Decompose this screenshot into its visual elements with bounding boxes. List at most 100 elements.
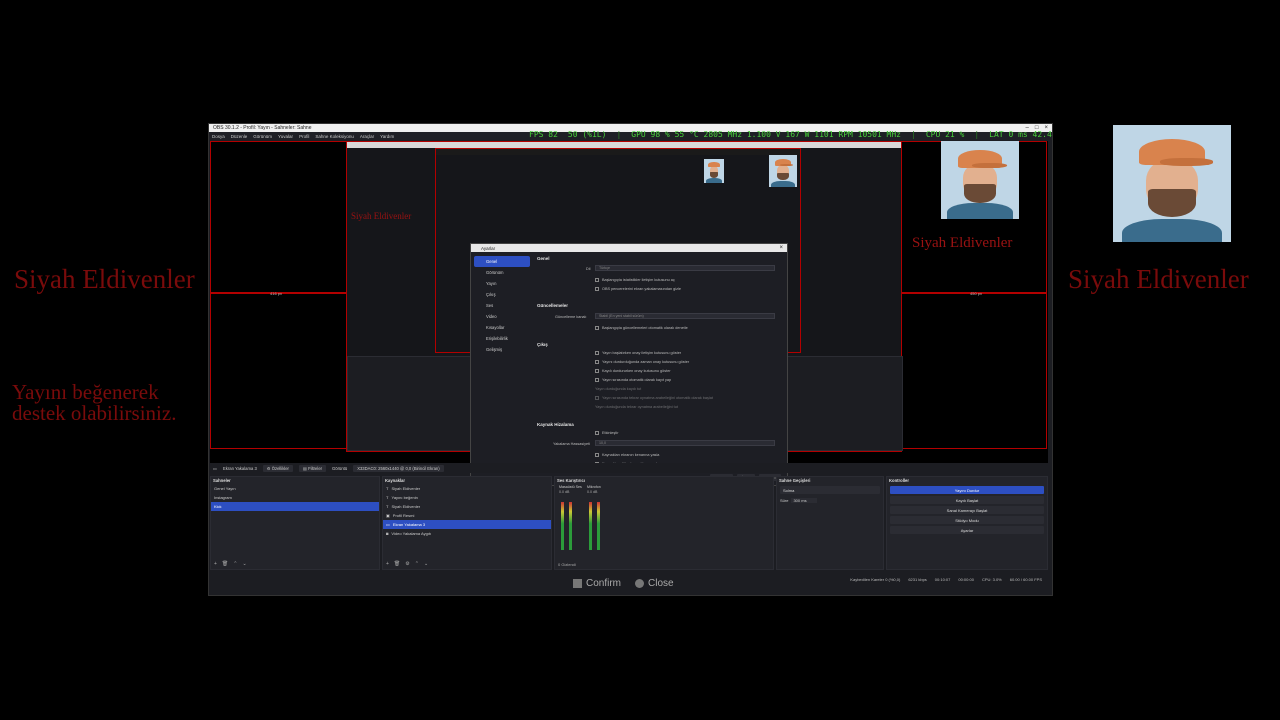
checkbox[interactable] <box>595 369 599 373</box>
close-button[interactable]: Close <box>635 578 674 589</box>
up-icon[interactable]: ⌃ <box>233 561 237 567</box>
stop-stream-button[interactable]: Yayını Durdur <box>890 486 1044 494</box>
confirm-button[interactable]: Confirm <box>573 578 621 589</box>
settings-nav-general[interactable]: Genel <box>474 256 530 267</box>
bitrate: 6231 kbps <box>908 576 927 582</box>
check-label: Kaynakları ekranın kenarına yasla <box>602 453 660 457</box>
sources-dock-footer: + 🗑 ⚙ ⌃ ⌄ <box>386 561 428 567</box>
check-label: OBS pencerelerini ekran yakalamasından g… <box>602 287 681 291</box>
trash-icon[interactable]: 🗑 <box>222 561 228 567</box>
stream-time: 00:10:07 <box>934 576 951 582</box>
display-icon: ▭ <box>213 465 217 471</box>
source-item[interactable]: ▭ Ekran Yakalama 3 <box>383 520 551 529</box>
properties-button[interactable]: ⚙ Özellikler <box>262 464 293 472</box>
transitions-dock: Sahne Geçişleri Solma Süre 300 ms <box>776 476 884 570</box>
menu-profile[interactable]: Profil <box>299 134 309 139</box>
source-item-label: Siyah Eldivenler <box>391 504 421 509</box>
checkbox[interactable] <box>595 278 599 282</box>
menu-help[interactable]: Yardım <box>380 134 394 139</box>
scene-item[interactable]: Kick <box>211 502 379 511</box>
transition-select[interactable]: Solma <box>780 486 880 494</box>
scene-item[interactable]: Genel Yayın <box>211 484 379 493</box>
checkbox[interactable] <box>595 351 599 355</box>
image-icon: ▣ <box>386 513 390 518</box>
settings-button[interactable]: Ayarlar <box>890 526 1044 534</box>
menu-edit[interactable]: Düzenle <box>231 134 248 139</box>
scene-item[interactable]: Instagram <box>211 493 379 502</box>
menu-scene-collection[interactable]: Sahne Koleksiyonu <box>315 134 354 139</box>
update-channel-select[interactable]: Stabil (En yeni stabil sürüm) <box>595 313 775 319</box>
add-icon[interactable]: + <box>386 561 389 567</box>
dropped-frames: Kaybedilen Kareler 0 (%0,0) <box>850 576 901 582</box>
menu-file[interactable]: Dosya <box>212 134 225 139</box>
gear-icon[interactable]: ⚙ <box>405 561 409 567</box>
record-time: 00:00:00 <box>958 576 974 582</box>
settings-nav-stream[interactable]: Yayın <box>474 278 530 289</box>
add-icon[interactable]: + <box>214 561 217 567</box>
latency-stat: LAT 0 ms 42.4 ms <box>989 129 1052 139</box>
source-item[interactable]: ◙ Video Yakalama Aygıtı <box>383 529 551 538</box>
transitions-title: Sahne Geçişleri <box>779 478 811 483</box>
trash-icon[interactable]: 🗑 <box>394 561 400 567</box>
source-bounds-bottom-right <box>900 293 1047 449</box>
language-select[interactable]: Türkçe <box>595 265 775 271</box>
dock-area: Sahneler Genel Yayın Instagram Kick + 🗑 ⌃ ⌄… <box>210 476 1048 570</box>
controls-dock: Kontroller Yayını Durdur Kaydı Başlat Sa… <box>886 476 1048 570</box>
settings-nav-accessibility[interactable]: Erişilebilirlik <box>474 333 530 344</box>
section-output: Çıkış <box>537 342 548 347</box>
left-title-overlay: Siyah Eldivenler <box>14 264 195 294</box>
settings-nav-audio[interactable]: Ses <box>474 300 530 311</box>
up-icon[interactable]: ⌃ <box>415 561 419 567</box>
down-icon[interactable]: ⌄ <box>242 561 246 567</box>
studio-mode-button[interactable]: Stüdyo Modu <box>890 516 1044 524</box>
checkbox[interactable] <box>595 360 599 364</box>
source-bounds-left <box>210 141 347 293</box>
menu-docks[interactable]: Yuvalar <box>278 134 293 139</box>
snap-sensitivity-input[interactable]: 10,0 <box>595 440 775 446</box>
audio-meter <box>569 502 572 550</box>
start-virtual-camera-button[interactable]: Sanal Kamerayı Başlat <box>890 506 1044 514</box>
text-icon: T <box>386 504 389 509</box>
audio-mixer-dock: Ses Karıştırıcı Masaüstü Ses 0.0 dB Mikr… <box>554 476 774 570</box>
snap-label: Yakalama Hassasiyeti <box>553 442 591 446</box>
checkbox[interactable] <box>595 378 599 382</box>
section-general: Genel <box>537 256 550 261</box>
display-select[interactable]: X33DAC0: 2560x1440 @ 0,0 (Birincil Ekran… <box>353 464 444 472</box>
check-icon <box>573 578 582 588</box>
section-updates: Güncellemeler <box>537 303 569 308</box>
cpu-usage: CPU: 3.0% <box>981 576 1002 582</box>
nested-avatar-image <box>769 155 797 187</box>
check-label: Yayın durduğunda kaydı tut <box>595 387 642 391</box>
settings-nav-advanced[interactable]: Gelişmiş <box>474 344 530 355</box>
settings-dialog-title: Ayarlar <box>481 245 496 251</box>
menu-view[interactable]: Görünüm <box>253 134 272 139</box>
checkbox[interactable] <box>595 396 599 400</box>
start-recording-button[interactable]: Kaydı Başlat <box>890 496 1044 504</box>
source-item[interactable]: T Siyah Eldivenler <box>383 502 551 511</box>
duration-input[interactable]: 300 ms <box>791 498 817 503</box>
menu-tools[interactable]: Araçlar <box>360 134 374 139</box>
checkbox[interactable] <box>595 453 599 457</box>
settings-nav-output[interactable]: Çıkış <box>474 289 530 300</box>
checkbox[interactable] <box>595 431 599 435</box>
settings-nav-appearance[interactable]: Görünüm <box>474 267 530 278</box>
settings-nav-hotkeys[interactable]: Kısayollar <box>474 322 530 333</box>
filters-button[interactable]: ▤ Filtreler <box>298 464 327 472</box>
checkbox[interactable] <box>595 287 599 291</box>
mixer-channel-1-name: Masaüstü Ses <box>559 485 582 489</box>
settings-nav-video[interactable]: Video <box>474 311 530 322</box>
properties-label: Özellikler <box>271 465 289 471</box>
preview-canvas[interactable]: 416 px 450 px Siyah Eldivenler Siyah Eld… <box>210 141 1048 486</box>
left-subtitle-overlay: Yayını beğenerek destek olabilirsiniz. <box>12 380 177 425</box>
settings-close-icon[interactable]: × <box>779 245 783 251</box>
source-item[interactable]: T Yayını beğenin <box>383 493 551 502</box>
settings-dialog: Ayarlar × Genel Görünüm Yayın Çıkış Ses … <box>470 243 788 486</box>
text-icon: T <box>386 495 389 500</box>
source-item[interactable]: ▣ Profil Resmi <box>383 511 551 520</box>
low-fps-stat: 50 (%1L) <box>567 129 607 139</box>
checkbox[interactable] <box>595 326 599 330</box>
scenes-dock-footer: + 🗑 ⌃ ⌄ <box>214 561 247 567</box>
down-icon[interactable]: ⌄ <box>424 561 428 567</box>
source-item[interactable]: T Siyah Eldivenler <box>383 484 551 493</box>
preview-avatar-image <box>941 141 1019 219</box>
